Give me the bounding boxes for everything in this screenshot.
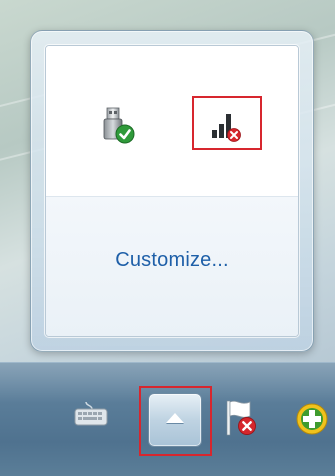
action-center-flag-error-icon[interactable] bbox=[223, 397, 263, 439]
flyout-content: Customize... bbox=[45, 45, 299, 337]
keyboard-glyph-icon bbox=[74, 401, 108, 426]
hidden-icons-area bbox=[46, 46, 298, 196]
green-plus-glyph-icon bbox=[296, 403, 328, 435]
flag-error-glyph-icon bbox=[226, 400, 256, 436]
keyboard-icon[interactable] bbox=[72, 400, 112, 430]
customize-area: Customize... bbox=[46, 196, 298, 336]
customize-link[interactable]: Customize... bbox=[46, 249, 298, 272]
usb-plug-check-icon bbox=[103, 107, 135, 144]
network-disconnected-icon[interactable] bbox=[207, 106, 247, 146]
safely-remove-hardware-icon[interactable] bbox=[98, 106, 138, 146]
notification-overflow-flyout: Customize... bbox=[30, 30, 314, 352]
show-hidden-icons-button[interactable] bbox=[148, 393, 202, 447]
chevron-up-icon bbox=[166, 413, 184, 423]
add-icon[interactable] bbox=[290, 399, 335, 439]
signal-bars-error-icon bbox=[212, 114, 241, 142]
taskbar bbox=[0, 362, 335, 476]
